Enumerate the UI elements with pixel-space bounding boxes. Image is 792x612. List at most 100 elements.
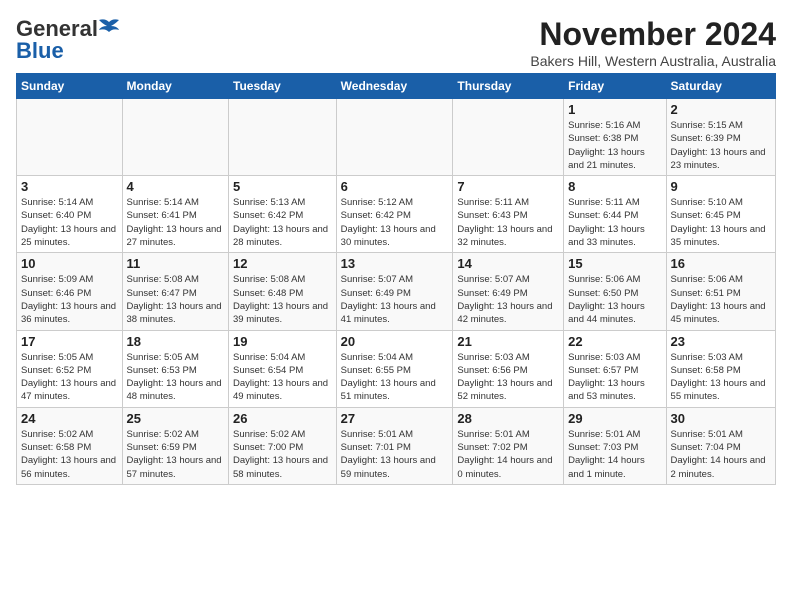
- day-number: 28: [457, 411, 559, 426]
- calendar-header-row: SundayMondayTuesdayWednesdayThursdayFrid…: [17, 74, 776, 99]
- day-number: 26: [233, 411, 332, 426]
- calendar-cell: [122, 99, 228, 176]
- day-number: 20: [341, 334, 449, 349]
- calendar-cell: [336, 99, 453, 176]
- day-number: 10: [21, 256, 118, 271]
- day-number: 4: [127, 179, 224, 194]
- calendar-cell: 11 Sunrise: 5:08 AM Sunset: 6:47 PM Dayli…: [122, 253, 228, 330]
- day-info: Sunrise: 5:05 AM Sunset: 6:52 PM Dayligh…: [21, 351, 118, 404]
- day-info: Sunrise: 5:08 AM Sunset: 6:48 PM Dayligh…: [233, 273, 332, 326]
- day-info: Sunrise: 5:12 AM Sunset: 6:42 PM Dayligh…: [341, 196, 449, 249]
- day-number: 21: [457, 334, 559, 349]
- calendar-cell: 9Sunrise: 5:10 AM Sunset: 6:45 PM Daylig…: [666, 176, 775, 253]
- day-number: 30: [671, 411, 771, 426]
- calendar-cell: 5 Sunrise: 5:13 AM Sunset: 6:42 PM Daylig…: [229, 176, 337, 253]
- day-number: 13: [341, 256, 449, 271]
- calendar-cell: 18Sunrise: 5:05 AM Sunset: 6:53 PM Dayli…: [122, 330, 228, 407]
- day-info: Sunrise: 5:03 AM Sunset: 6:57 PM Dayligh…: [568, 351, 661, 404]
- day-info: Sunrise: 5:02 AM Sunset: 6:59 PM Dayligh…: [127, 428, 224, 481]
- header-thursday: Thursday: [453, 74, 564, 99]
- title-block: November 2024 Bakers Hill, Western Austr…: [530, 16, 776, 69]
- day-number: 11: [127, 256, 224, 271]
- calendar-cell: [453, 99, 564, 176]
- day-info: Sunrise: 5:08 AM Sunset: 6:47 PM Dayligh…: [127, 273, 224, 326]
- calendar-week-row: 10 Sunrise: 5:09 AM Sunset: 6:46 PM Dayli…: [17, 253, 776, 330]
- day-info: Sunrise: 5:14 AM Sunset: 6:40 PM Dayligh…: [21, 196, 118, 249]
- day-number: 16: [671, 256, 771, 271]
- calendar-cell: 27Sunrise: 5:01 AM Sunset: 7:01 PM Dayli…: [336, 407, 453, 484]
- day-info: Sunrise: 5:04 AM Sunset: 6:54 PM Dayligh…: [233, 351, 332, 404]
- calendar-cell: [229, 99, 337, 176]
- day-info: Sunrise: 5:03 AM Sunset: 6:56 PM Dayligh…: [457, 351, 559, 404]
- calendar-week-row: 1 Sunrise: 5:16 AM Sunset: 6:38 PM Daylig…: [17, 99, 776, 176]
- day-number: 29: [568, 411, 661, 426]
- calendar-cell: 4Sunrise: 5:14 AM Sunset: 6:41 PM Daylig…: [122, 176, 228, 253]
- day-info: Sunrise: 5:07 AM Sunset: 6:49 PM Dayligh…: [457, 273, 559, 326]
- calendar-cell: 12 Sunrise: 5:08 AM Sunset: 6:48 PM Dayli…: [229, 253, 337, 330]
- day-number: 6: [341, 179, 449, 194]
- day-info: Sunrise: 5:11 AM Sunset: 6:43 PM Dayligh…: [457, 196, 559, 249]
- day-number: 17: [21, 334, 118, 349]
- calendar-cell: 29Sunrise: 5:01 AM Sunset: 7:03 PM Dayli…: [564, 407, 666, 484]
- day-info: Sunrise: 5:16 AM Sunset: 6:38 PM Dayligh…: [568, 119, 661, 172]
- day-number: 3: [21, 179, 118, 194]
- calendar-week-row: 3 Sunrise: 5:14 AM Sunset: 6:40 PM Daylig…: [17, 176, 776, 253]
- day-number: 23: [671, 334, 771, 349]
- calendar-cell: 24 Sunrise: 5:02 AM Sunset: 6:58 PM Dayli…: [17, 407, 123, 484]
- day-info: Sunrise: 5:04 AM Sunset: 6:55 PM Dayligh…: [341, 351, 449, 404]
- day-number: 22: [568, 334, 661, 349]
- day-info: Sunrise: 5:01 AM Sunset: 7:04 PM Dayligh…: [671, 428, 771, 481]
- day-number: 9: [671, 179, 771, 194]
- calendar-cell: 20 Sunrise: 5:04 AM Sunset: 6:55 PM Dayli…: [336, 330, 453, 407]
- calendar-week-row: 17 Sunrise: 5:05 AM Sunset: 6:52 PM Dayli…: [17, 330, 776, 407]
- day-info: Sunrise: 5:09 AM Sunset: 6:46 PM Dayligh…: [21, 273, 118, 326]
- day-number: 19: [233, 334, 332, 349]
- calendar-cell: 15Sunrise: 5:06 AM Sunset: 6:50 PM Dayli…: [564, 253, 666, 330]
- calendar-cell: 6 Sunrise: 5:12 AM Sunset: 6:42 PM Daylig…: [336, 176, 453, 253]
- header-friday: Friday: [564, 74, 666, 99]
- day-info: Sunrise: 5:11 AM Sunset: 6:44 PM Dayligh…: [568, 196, 661, 249]
- day-info: Sunrise: 5:02 AM Sunset: 6:58 PM Dayligh…: [21, 428, 118, 481]
- calendar-cell: 1 Sunrise: 5:16 AM Sunset: 6:38 PM Daylig…: [564, 99, 666, 176]
- calendar-cell: 14 Sunrise: 5:07 AM Sunset: 6:49 PM Dayli…: [453, 253, 564, 330]
- header-tuesday: Tuesday: [229, 74, 337, 99]
- calendar-week-row: 24 Sunrise: 5:02 AM Sunset: 6:58 PM Dayli…: [17, 407, 776, 484]
- page-title: November 2024: [530, 16, 776, 53]
- calendar-cell: 16 Sunrise: 5:06 AM Sunset: 6:51 PM Dayli…: [666, 253, 775, 330]
- header-wednesday: Wednesday: [336, 74, 453, 99]
- header-sunday: Sunday: [17, 74, 123, 99]
- day-number: 8: [568, 179, 661, 194]
- calendar-cell: 28Sunrise: 5:01 AM Sunset: 7:02 PM Dayli…: [453, 407, 564, 484]
- day-info: Sunrise: 5:06 AM Sunset: 6:51 PM Dayligh…: [671, 273, 771, 326]
- day-number: 14: [457, 256, 559, 271]
- calendar-cell: 23 Sunrise: 5:03 AM Sunset: 6:58 PM Dayli…: [666, 330, 775, 407]
- day-info: Sunrise: 5:15 AM Sunset: 6:39 PM Dayligh…: [671, 119, 771, 172]
- day-info: Sunrise: 5:13 AM Sunset: 6:42 PM Dayligh…: [233, 196, 332, 249]
- day-number: 24: [21, 411, 118, 426]
- calendar-cell: 25Sunrise: 5:02 AM Sunset: 6:59 PM Dayli…: [122, 407, 228, 484]
- page-subtitle: Bakers Hill, Western Australia, Australi…: [530, 53, 776, 69]
- day-number: 7: [457, 179, 559, 194]
- day-info: Sunrise: 5:02 AM Sunset: 7:00 PM Dayligh…: [233, 428, 332, 481]
- header-saturday: Saturday: [666, 74, 775, 99]
- calendar-cell: 10 Sunrise: 5:09 AM Sunset: 6:46 PM Dayli…: [17, 253, 123, 330]
- calendar-cell: 30 Sunrise: 5:01 AM Sunset: 7:04 PM Dayli…: [666, 407, 775, 484]
- day-number: 5: [233, 179, 332, 194]
- calendar-cell: 13Sunrise: 5:07 AM Sunset: 6:49 PM Dayli…: [336, 253, 453, 330]
- calendar-cell: 22 Sunrise: 5:03 AM Sunset: 6:57 PM Dayli…: [564, 330, 666, 407]
- calendar-cell: 3 Sunrise: 5:14 AM Sunset: 6:40 PM Daylig…: [17, 176, 123, 253]
- header-monday: Monday: [122, 74, 228, 99]
- calendar-cell: 2Sunrise: 5:15 AM Sunset: 6:39 PM Daylig…: [666, 99, 775, 176]
- day-number: 12: [233, 256, 332, 271]
- calendar-cell: 21 Sunrise: 5:03 AM Sunset: 6:56 PM Dayli…: [453, 330, 564, 407]
- day-info: Sunrise: 5:03 AM Sunset: 6:58 PM Dayligh…: [671, 351, 771, 404]
- calendar-cell: 26 Sunrise: 5:02 AM Sunset: 7:00 PM Dayli…: [229, 407, 337, 484]
- logo: General Blue: [16, 16, 119, 64]
- logo-blue: Blue: [16, 38, 64, 64]
- day-number: 1: [568, 102, 661, 117]
- day-number: 27: [341, 411, 449, 426]
- calendar-cell: 8 Sunrise: 5:11 AM Sunset: 6:44 PM Daylig…: [564, 176, 666, 253]
- calendar-cell: 19 Sunrise: 5:04 AM Sunset: 6:54 PM Dayli…: [229, 330, 337, 407]
- day-number: 15: [568, 256, 661, 271]
- day-number: 18: [127, 334, 224, 349]
